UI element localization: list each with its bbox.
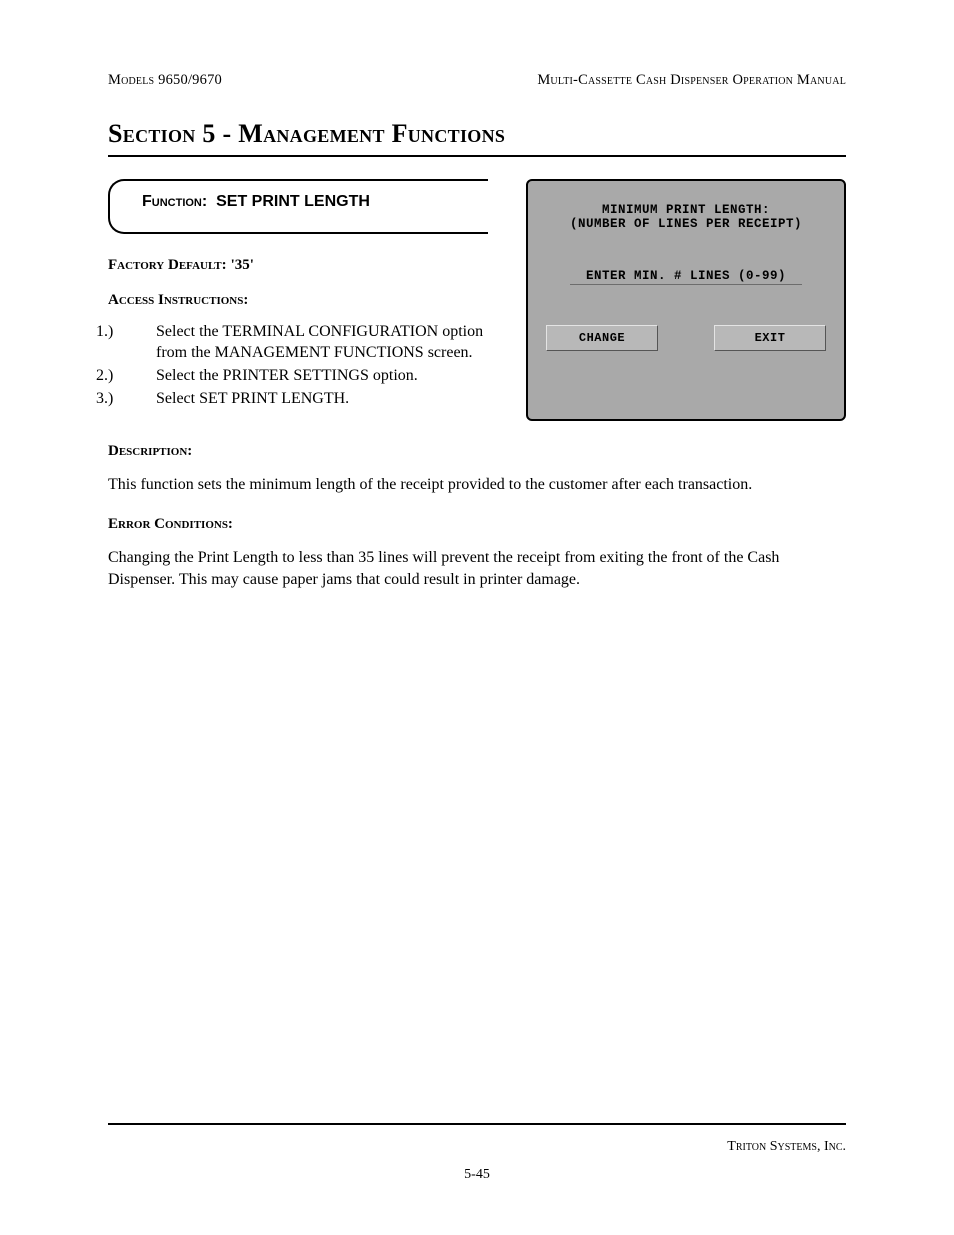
terminal-exit-button[interactable]: EXIT — [714, 325, 826, 351]
footer-rule — [108, 1123, 846, 1125]
description-label: Description: — [108, 443, 846, 460]
page-number: 5-45 — [0, 1167, 954, 1183]
terminal-screenshot: MINIMUM PRINT LENGTH: (NUMBER OF LINES P… — [526, 179, 846, 421]
factory-default-label: Factory Default: — [108, 257, 227, 273]
terminal-change-button[interactable]: CHANGE — [546, 325, 658, 351]
terminal-input-label: ENTER MIN. # LINES (0-99) — [586, 269, 786, 283]
footer-company: Triton Systems, Inc. — [727, 1139, 846, 1155]
access-instructions-label: Access Instructions: — [108, 292, 512, 309]
section-title: Section 5 - Management Functions — [108, 119, 846, 149]
terminal-input-row: ENTER MIN. # LINES (0-99) — [570, 269, 802, 285]
function-name: SET PRINT LENGTH — [216, 193, 370, 210]
access-steps-list: Select the TERMINAL CONFIGURATION option… — [108, 321, 512, 409]
header-right: Multi-Cassette Cash Dispenser Operation … — [537, 72, 846, 89]
access-step: Select the TERMINAL CONFIGURATION option… — [108, 321, 512, 363]
terminal-title-line2: (NUMBER OF LINES PER RECEIPT) — [542, 217, 830, 231]
function-label: Function: — [142, 193, 207, 210]
terminal-title-line1: MINIMUM PRINT LENGTH: — [542, 203, 830, 217]
description-text: This function sets the minimum length of… — [108, 474, 846, 496]
error-conditions-text: Changing the Print Length to less than 3… — [108, 547, 846, 590]
error-conditions-label: Error Conditions: — [108, 516, 846, 533]
access-step: Select SET PRINT LENGTH. — [108, 388, 512, 409]
function-box: Function: SET PRINT LENGTH — [108, 179, 512, 234]
title-rule — [108, 155, 846, 157]
access-step: Select the PRINTER SETTINGS option. — [108, 365, 512, 386]
factory-default-value: '35' — [231, 257, 254, 273]
header-left: Models 9650/9670 — [108, 72, 222, 89]
